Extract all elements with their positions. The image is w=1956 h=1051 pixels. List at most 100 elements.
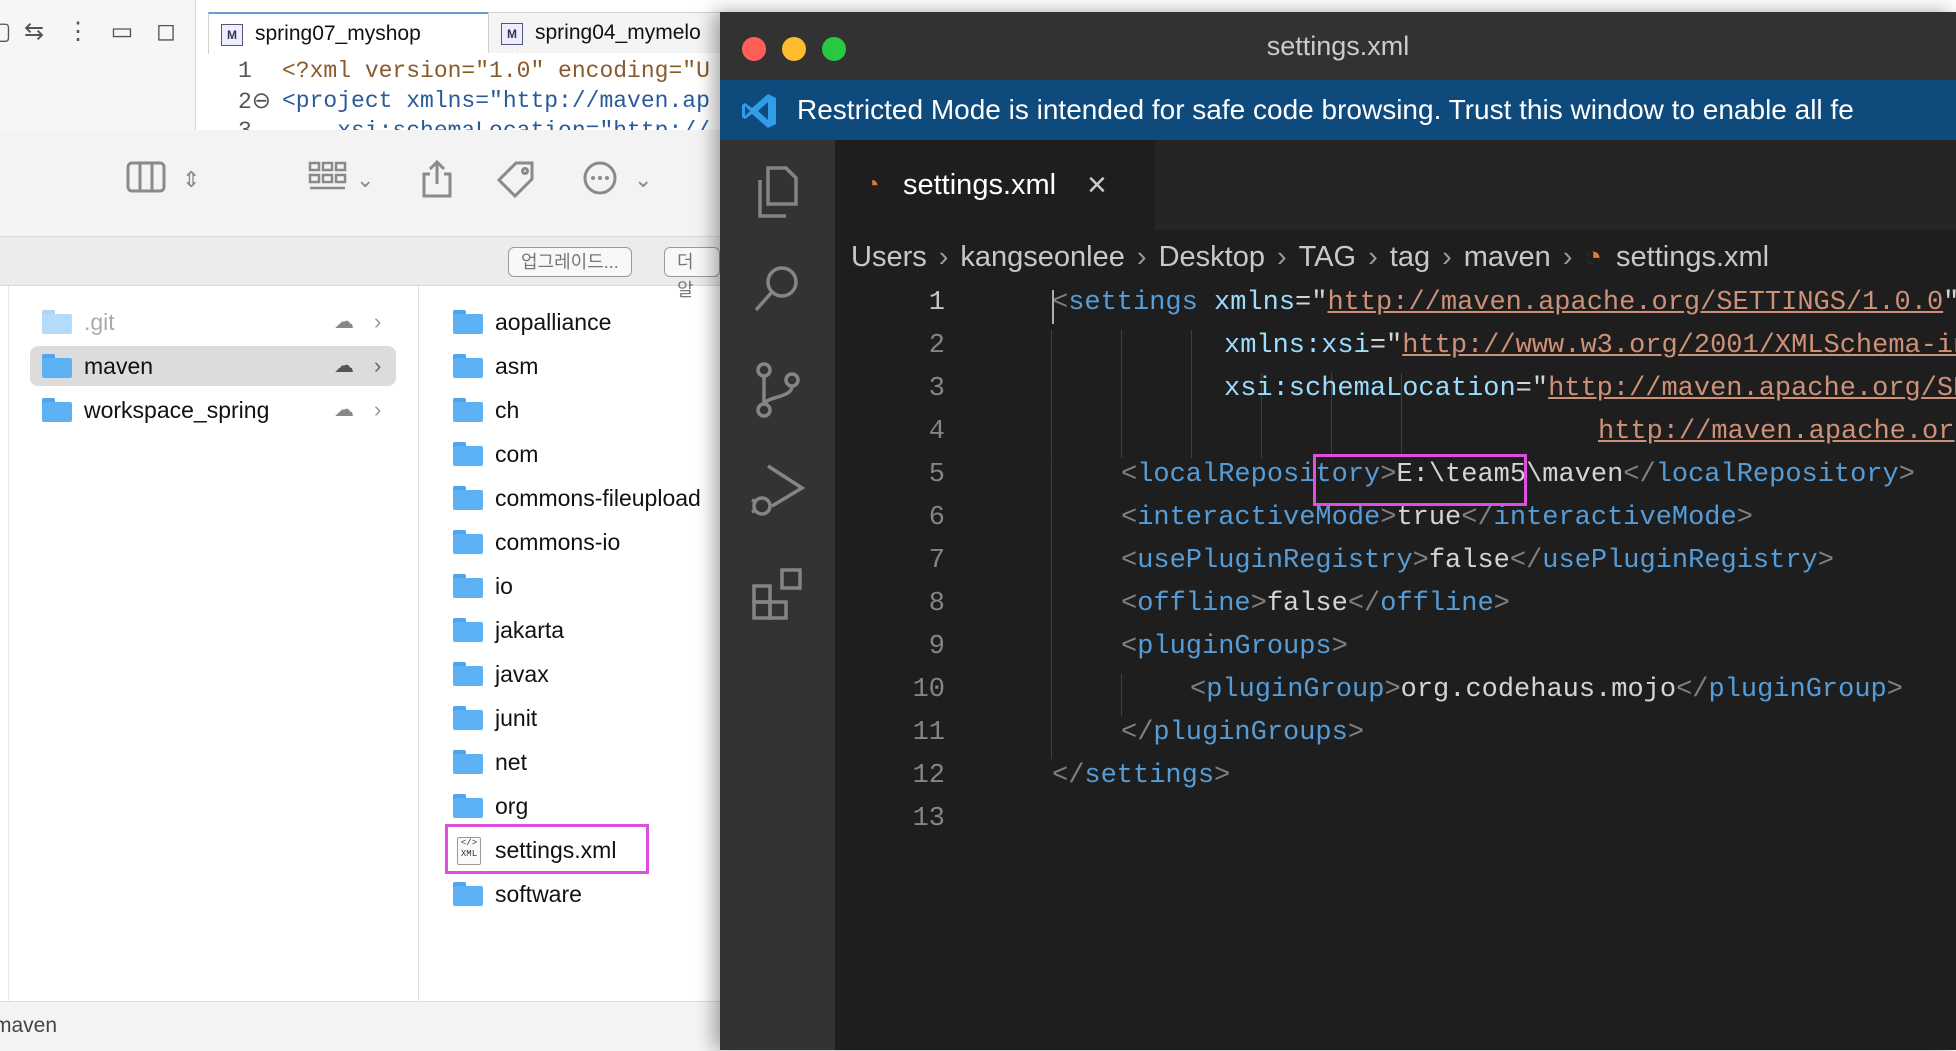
line-number: 4 [928,417,945,447]
tab-label: settings.xml [903,169,1057,201]
folder-label: jakarta [495,617,565,643]
breadcrumb-item[interactable]: tag [1390,241,1430,273]
folder-icon [453,310,483,334]
tab-label: spring07_myshop [255,22,421,45]
maven-pom-icon: M [501,23,523,45]
minimize-window-button[interactable] [782,37,806,61]
chevron-right-icon: › [374,397,382,422]
maven-pom-icon: M [221,24,243,46]
toolbar-edge-icon[interactable]: ▢ [0,18,14,46]
code-line-4: http://maven.apache.org/xs [1598,417,1956,447]
chevron-right-icon: › [1442,241,1452,273]
folder-label: .git [84,309,115,335]
folder-label: org [495,793,529,819]
folder-icon [453,750,483,774]
icloud-icon: ☁ [334,355,354,377]
folder-label: commons-fileupload [495,485,701,511]
close-tab-icon[interactable]: × [1087,140,1107,230]
highlight-box-local-repository [1313,454,1527,506]
breadcrumb-trail: Users › kangseonlee › Desktop › TAG › tag › maven ›… [851,230,1769,284]
code-editor[interactable]: 1 2 3 4 5 6 7 8 9 10 11 12 13 <settings … [835,284,1956,1050]
code-line-12: </settings> [1052,761,1231,791]
code-line-11: </pluginGroups> [1121,718,1365,748]
folder-label: aopalliance [495,309,612,335]
editor-tab-settings-xml[interactable]: ◔ settings.xml × [835,140,1155,230]
folder-label: junit [495,705,538,731]
folder-label: io [495,573,513,599]
eclipse-line-number: 2⊖ [238,89,272,115]
chevron-right-icon: › [938,241,949,273]
extensions-icon[interactable] [748,564,808,624]
banner-text: Restricted Mode is intended for safe cod… [797,94,1854,125]
zoom-window-button[interactable] [822,37,846,61]
chevron-right-icon: › [374,353,382,378]
rss-xml-file-icon: ◔ [1584,241,1603,273]
chevron-down-icon[interactable]: ⌄ [356,160,374,200]
upgrade-button[interactable]: 업그레이드... [508,247,632,277]
share-icon[interactable] [420,159,454,207]
source-control-icon[interactable] [748,360,808,420]
chevron-right-icon: › [1368,241,1378,273]
maximize-icon[interactable]: ◻ [152,18,180,46]
code-line-2: xmlns:xsi="http://www.w3.org/2001/XMLSch… [1224,331,1956,361]
vscode-window: settings.xml Restricted Mode is intended… [720,12,1956,1050]
chevron-down-icon[interactable]: ⌄ [634,160,652,200]
folder-icon [453,354,483,378]
folder-icon [453,442,483,466]
folder-label: ch [495,397,520,423]
folder-icon [453,794,483,818]
more-info-button[interactable]: 더 알 [664,247,720,300]
line-number: 5 [928,460,945,490]
breadcrumb-item[interactable]: settings.xml [1616,241,1769,273]
line-number: 1 [928,288,945,318]
columns-view-icon[interactable] [126,160,166,203]
folder-item-git[interactable]: .git ☁ › [30,302,396,342]
tab-label: spring04_mymelo [535,21,701,44]
finder-column-2: aopalliance asm ch com commons-fileuploa… [419,286,720,1001]
search-icon[interactable] [748,258,808,318]
folder-item-maven[interactable]: maven ☁ › [30,346,396,386]
eclipse-toolbar: ▢ ⇆ ⋮ ▭ ◻ [0,0,196,130]
chevron-right-icon: › [1276,241,1287,273]
grouping-icon[interactable] [308,160,348,203]
code-line-3: xsi:schemaLocation="http://maven.apache.… [1224,374,1956,404]
line-number: 2 [928,331,945,361]
eclipse-code-line: xsi:schemaLocation="http:// [282,118,710,130]
breadcrumb-item[interactable]: TAG [1299,241,1356,273]
eclipse-code-line: <?xml version="1.0" encoding="U [282,58,710,84]
code-line-7: <usePluginRegistry>false</usePluginRegis… [1121,546,1834,576]
folder-item-workspace-spring[interactable]: workspace_spring ☁ › [30,390,396,430]
folder-label: software [495,881,582,907]
folder-icon [42,354,72,378]
close-window-button[interactable] [742,37,766,61]
run-debug-icon[interactable] [748,460,808,520]
breadcrumb-item[interactable]: Users [851,241,927,273]
more-icon[interactable] [582,160,618,205]
breadcrumb-item[interactable]: Desktop [1159,241,1265,273]
activity-bar [720,140,835,1050]
highlight-box-settings-file [445,824,649,874]
line-number: 13 [912,804,945,834]
kebab-menu-icon[interactable]: ⋮ [64,18,92,46]
text-cursor [1052,290,1054,324]
window-title: settings.xml [1266,31,1410,61]
folder-icon [453,706,483,730]
minimize-icon[interactable]: ▭ [108,18,136,46]
folder-label: workspace_spring [84,397,270,423]
folder-icon [42,398,72,422]
explorer-files-icon[interactable] [748,162,808,222]
breadcrumb-item[interactable]: kangseonlee [960,241,1124,273]
view-toggle-chevron-icon[interactable]: ⇕ [182,160,200,200]
indent-guide [1121,674,1122,716]
tag-icon[interactable] [496,160,536,209]
folder-label: javax [495,661,549,687]
vscode-logo-icon [742,94,776,128]
code-line-10: <pluginGroup>org.codehaus.mojo</pluginGr… [1190,675,1903,705]
sync-arrows-icon[interactable]: ⇆ [20,18,48,46]
line-number: 10 [912,675,945,705]
restricted-mode-banner[interactable]: Restricted Mode is intended for safe cod… [720,80,1956,140]
line-number: 8 [928,589,945,619]
code-line-1: <settings xmlns="http://maven.apache.org… [1052,288,1956,318]
breadcrumb-item[interactable]: maven [1464,241,1551,273]
editor-tab-spring07[interactable]: M spring07_myshop × [208,12,518,54]
